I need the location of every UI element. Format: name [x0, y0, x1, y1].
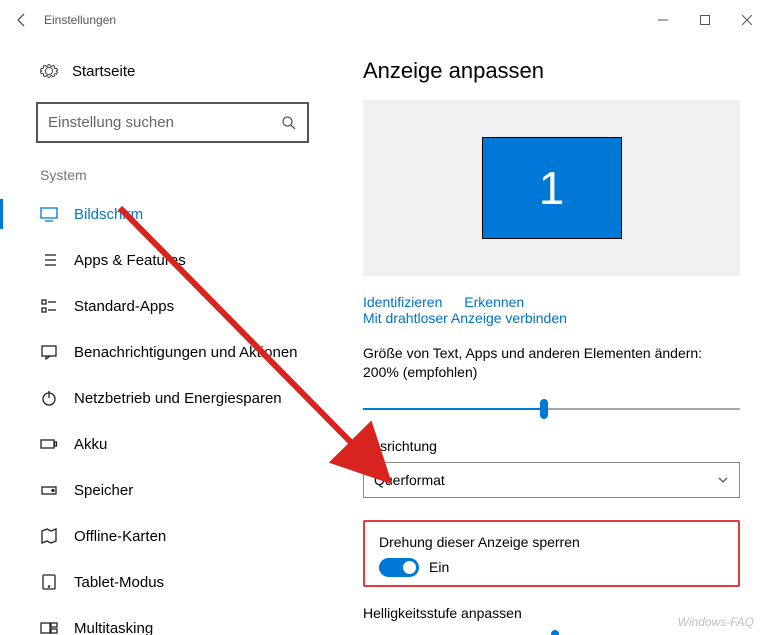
sidebar-item-label: Speicher	[74, 482, 133, 499]
slider-thumb[interactable]	[540, 399, 548, 419]
display-preview[interactable]: 1	[363, 100, 740, 276]
titlebar: Einstellungen	[0, 0, 768, 40]
tablet-icon	[40, 573, 58, 591]
map-icon	[40, 527, 58, 545]
multitask-icon	[40, 619, 58, 635]
sidebar-item-battery[interactable]: Akku	[0, 421, 345, 467]
sidebar-item-label: Offline-Karten	[74, 528, 166, 545]
home-link[interactable]: Startseite	[0, 50, 345, 92]
sidebar-item-label: Netzbetrieb und Energiesparen	[74, 390, 282, 407]
sidebar: Startseite Einstellung suchen System Bil…	[0, 40, 345, 635]
rotation-lock-highlight: Drehung dieser Anzeige sperren Ein	[363, 520, 740, 587]
minimize-button[interactable]	[642, 5, 684, 35]
wireless-link[interactable]: Mit drahtloser Anzeige verbinden	[363, 310, 567, 326]
sidebar-item-label: Standard-Apps	[74, 298, 174, 315]
rotation-lock-label: Drehung dieser Anzeige sperren	[379, 534, 724, 550]
chevron-down-icon	[717, 474, 729, 486]
home-label: Startseite	[72, 63, 135, 80]
monitor-tile[interactable]: 1	[482, 137, 622, 239]
sidebar-item-apps-features[interactable]: Apps & Features	[0, 237, 345, 283]
monitor-icon	[40, 205, 58, 223]
back-button[interactable]	[0, 0, 44, 40]
defaults-icon	[40, 297, 58, 315]
sidebar-item-label: Tablet-Modus	[74, 574, 164, 591]
sidebar-item-notifications[interactable]: Benachrichtigungen und Aktionen	[0, 329, 345, 375]
rotation-lock-state: Ein	[429, 559, 449, 575]
sidebar-item-default-apps[interactable]: Standard-Apps	[0, 283, 345, 329]
battery-icon	[40, 435, 58, 453]
search-icon	[281, 115, 297, 131]
watermark: Windows-FAQ	[678, 615, 754, 629]
sidebar-item-tablet-mode[interactable]: Tablet-Modus	[0, 559, 345, 605]
sidebar-item-multitasking[interactable]: Multitasking	[0, 605, 345, 635]
search-input[interactable]: Einstellung suchen	[36, 102, 309, 143]
search-placeholder: Einstellung suchen	[48, 114, 174, 131]
sidebar-item-storage[interactable]: Speicher	[0, 467, 345, 513]
window-title: Einstellungen	[44, 13, 116, 27]
slider-thumb[interactable]	[551, 630, 559, 635]
display-action-links: Identifizieren Erkennen Mit drahtloser A…	[363, 294, 740, 326]
sidebar-item-label: Benachrichtigungen und Aktionen	[74, 344, 298, 361]
detect-link[interactable]: Erkennen	[464, 294, 524, 310]
sidebar-item-label: Multitasking	[74, 620, 153, 635]
monitor-number: 1	[539, 161, 565, 215]
orientation-value: Querformat	[374, 472, 445, 488]
close-button[interactable]	[726, 5, 768, 35]
sidebar-item-label: Apps & Features	[74, 252, 186, 269]
brightness-slider[interactable]	[363, 629, 740, 635]
category-label: System	[0, 143, 345, 187]
sidebar-item-offline-maps[interactable]: Offline-Karten	[0, 513, 345, 559]
orientation-select[interactable]: Querformat	[363, 462, 740, 498]
power-icon	[40, 389, 58, 407]
orientation-label: Ausrichtung	[363, 438, 740, 454]
sidebar-item-label: Bildschirm	[74, 206, 143, 223]
page-heading: Anzeige anpassen	[363, 58, 740, 84]
toggle-knob	[403, 561, 416, 574]
list-icon	[40, 251, 58, 269]
sidebar-item-display[interactable]: Bildschirm	[0, 191, 345, 237]
gear-icon	[40, 62, 58, 80]
sidebar-item-power[interactable]: Netzbetrieb und Energiesparen	[0, 375, 345, 421]
scale-slider[interactable]	[363, 398, 740, 420]
identify-link[interactable]: Identifizieren	[363, 294, 442, 310]
content: Anzeige anpassen 1 Identifizieren Erkenn…	[345, 40, 768, 635]
chat-icon	[40, 343, 58, 361]
sidebar-item-label: Akku	[74, 436, 107, 453]
storage-icon	[40, 481, 58, 499]
rotation-lock-toggle[interactable]	[379, 558, 419, 577]
maximize-button[interactable]	[684, 5, 726, 35]
scale-label: Größe von Text, Apps und anderen Element…	[363, 344, 740, 382]
nav-list: Bildschirm Apps & Features Standard-Apps…	[0, 191, 345, 635]
